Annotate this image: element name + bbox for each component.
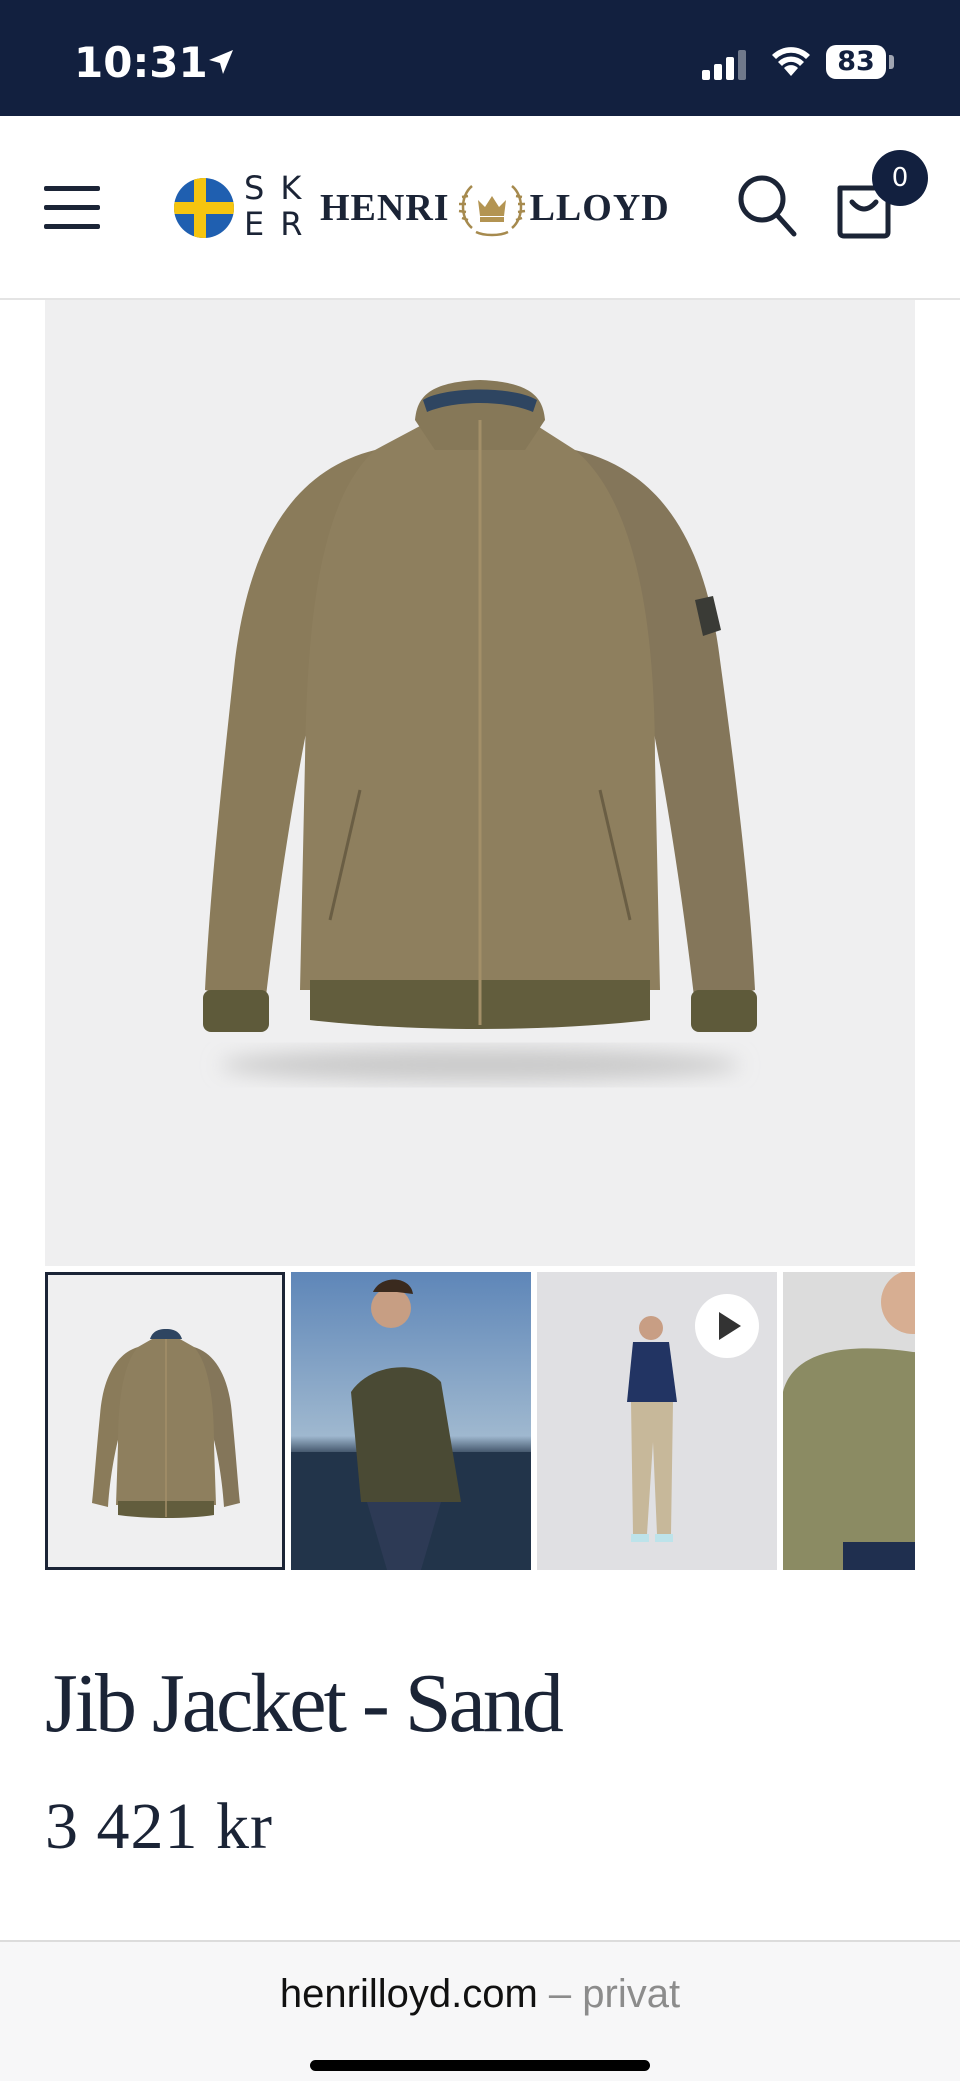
lang-letter: K [280,169,318,207]
product-main-image[interactable] [45,300,915,1266]
hamburger-icon[interactable] [44,186,100,230]
url-domain: henrilloyd.com [279,1972,538,2016]
thumbnail-1[interactable] [45,1272,285,1570]
thumbnail-strip [45,1272,915,1570]
thumbnail-4[interactable] [783,1272,915,1570]
location-arrow-icon [209,50,233,74]
search-icon[interactable] [736,172,798,238]
brand-text-right: LLOYD [529,187,670,229]
brand-text-left: HENRI [320,187,450,229]
wifi-icon [772,47,810,76]
thumbnail-jacket-image [92,1329,240,1518]
battery-icon: 83 [826,45,886,79]
signal-icon [702,50,746,80]
site-header: SK ER HENRI LLOYD 0 [0,116,960,300]
home-indicator[interactable] [310,2060,650,2071]
language-selector[interactable]: SK ER [244,170,304,242]
lang-letter: S [244,169,281,207]
brand-logo[interactable]: HENRI LLOYD [320,176,670,240]
private-mode-label: – privat [548,1972,681,2016]
cart-count-badge: 0 [872,150,928,206]
status-time: 10:31 [74,38,208,87]
thumbnail-3[interactable] [537,1272,777,1570]
status-bar: 10:31 83 [0,0,960,116]
lang-letter: R [280,205,319,243]
product-title: Jib Jacket - Sand [45,1657,564,1750]
thumbnail-2[interactable] [291,1272,531,1570]
sweden-flag-icon[interactable] [174,178,234,238]
browser-address-bar[interactable]: henrilloyd.com – privat [0,1940,960,2081]
play-icon[interactable] [695,1294,759,1358]
lang-letter: E [244,205,281,243]
thumbnail-lifestyle-image [291,1279,531,1570]
thumbnail-model-image [783,1272,915,1570]
product-price: 3 421 kr [45,1790,273,1863]
address-text[interactable]: henrilloyd.com – privat [0,1972,960,2017]
jacket-image [203,380,757,1081]
battery-tip [889,55,894,69]
crest-logo-icon [458,185,525,237]
